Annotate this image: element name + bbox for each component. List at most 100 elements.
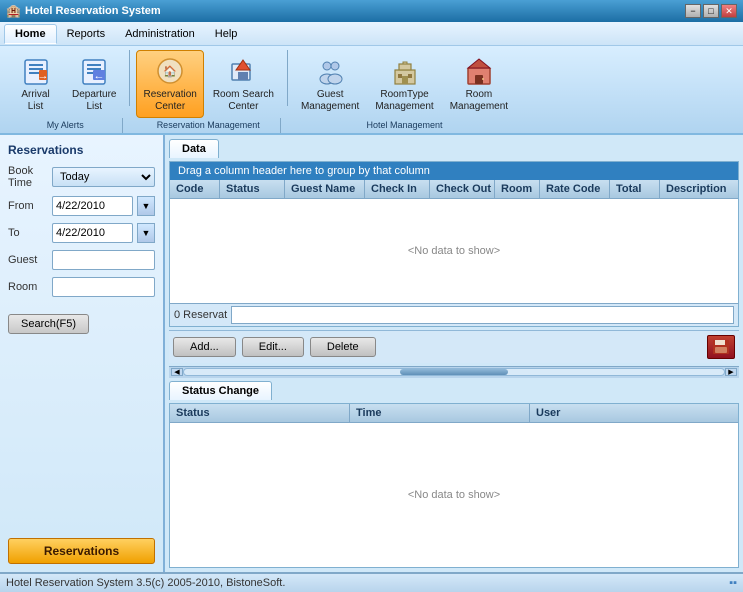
titlebar-controls: − □ ✕ [685,4,737,18]
data-panel: Drag a column header here to group by th… [169,161,739,327]
room-management-button[interactable]: RoomManagement [443,50,515,118]
from-date-picker[interactable]: ▼ [137,196,155,216]
status-tab-strip: Status Change [169,381,739,400]
statusbar-text: Hotel Reservation System 3.5(c) 2005-201… [6,577,285,589]
reservation-buttons: 🏠 ReservationCenter Room SearchCenter [136,50,281,118]
reservation-group: 🏠 ReservationCenter Room SearchCenter [136,50,281,133]
col-code: Code [170,180,220,198]
room-label: Room [8,281,48,293]
app-title: Hotel Reservation System [25,5,161,17]
booktime-row: Book Time Today This Week This Month [8,165,155,189]
sidebar-title: Reservations [8,143,155,157]
alerts-buttons: → ArrivalList ← [8,50,123,118]
data-footer: 0 Reservat [170,303,738,326]
horizontal-scrollbar[interactable]: ◀ ▶ [169,366,739,378]
departure-icon: ← [78,55,110,87]
room-management-icon [463,55,495,87]
room-input[interactable] [52,277,155,297]
departure-list-button[interactable]: ← DepartureList [65,50,123,118]
status-table-header: Status Time User [170,404,738,423]
minimize-button[interactable]: − [685,4,701,18]
status-no-data: <No data to show> [170,423,738,568]
data-tab-strip: Data [169,139,739,158]
add-button[interactable]: Add... [173,337,236,357]
restore-button[interactable]: □ [703,4,719,18]
arrival-list-button[interactable]: → ArrivalList [8,50,63,118]
to-date-input[interactable] [52,223,133,243]
sidebar: Reservations Book Time Today This Week T… [0,135,165,572]
col-description: Description [660,180,738,198]
roomtype-management-button[interactable]: RoomTypeManagement [368,50,440,118]
main-content: Reservations Book Time Today This Week T… [0,135,743,572]
booktime-select[interactable]: Today This Week This Month [52,167,155,187]
col-total: Total [610,180,660,198]
statusbar-indicator: ▪▪ [729,577,737,589]
scrollbar-thumb[interactable] [400,369,508,375]
arrival-icon: → [20,55,52,87]
sidebar-footer: Reservations [8,538,155,564]
room-search-button[interactable]: Room SearchCenter [206,50,281,118]
col-room: Room [495,180,540,198]
toolbar-buttons: → ArrivalList ← [8,50,735,133]
toolbar: → ArrivalList ← [0,46,743,135]
search-btn-container: Search(F5) [8,308,155,334]
data-table-header: Code Status Guest Name Check In Check Ou… [170,180,738,199]
room-search-label: Room SearchCenter [213,89,274,113]
svg-text:🏠: 🏠 [163,65,177,78]
col-checkout: Check Out [430,180,495,198]
spacer [8,338,155,534]
reservation-center-button[interactable]: 🏠 ReservationCenter [136,50,203,118]
col-guestname: Guest Name [285,180,365,198]
content-area: Data Drag a column header here to group … [165,135,743,572]
menu-help[interactable]: Help [205,25,248,43]
separator-2 [287,50,288,106]
data-footer-input[interactable] [231,306,734,324]
departure-label: DepartureList [72,89,116,113]
menu-home[interactable]: Home [4,24,57,44]
status-col-user: User [530,404,738,422]
col-checkin: Check In [365,180,430,198]
titlebar-left: 🏨 Hotel Reservation System [6,4,161,18]
status-col-time: Time [350,404,530,422]
alerts-group: → ArrivalList ← [8,50,123,133]
to-date-picker[interactable]: ▼ [137,223,155,243]
booktime-label: Book Time [8,165,48,189]
guest-management-button[interactable]: GuestManagement [294,50,366,118]
guest-row: Guest [8,250,155,270]
col-ratecode: Rate Code [540,180,610,198]
alerts-group-label: My Alerts [8,118,123,133]
arrival-label: ArrivalList [21,89,49,113]
scrollbar-track[interactable] [183,368,725,376]
app-icon: 🏨 [6,4,21,18]
room-row: Room [8,277,155,297]
status-panel: Status Time User <No data to show> [169,403,739,569]
search-button[interactable]: Search(F5) [8,314,89,334]
titlebar: 🏨 Hotel Reservation System − □ ✕ [0,0,743,22]
guest-icon [314,55,346,87]
guest-input[interactable] [52,250,155,270]
data-no-data: <No data to show> [170,199,738,303]
from-label: From [8,200,48,212]
to-label: To [8,227,48,239]
roomtype-icon [389,55,421,87]
menu-reports[interactable]: Reports [57,25,116,43]
status-tab[interactable]: Status Change [169,381,272,400]
separator-1 [129,50,130,106]
delete-button[interactable]: Delete [310,337,376,357]
room-search-icon [227,55,259,87]
from-date-input[interactable] [52,196,133,216]
scroll-right[interactable]: ▶ [725,368,737,376]
close-button[interactable]: ✕ [721,4,737,18]
menubar: Home Reports Administration Help [0,22,743,46]
hotel-group: GuestManagement RoomTypeManagement [294,50,515,133]
save-button[interactable] [707,335,735,359]
to-row: To ▼ [8,223,155,243]
svg-text:→: → [37,70,48,82]
scroll-left[interactable]: ◀ [171,368,183,376]
from-row: From ▼ [8,196,155,216]
guest-management-label: GuestManagement [301,89,359,113]
edit-button[interactable]: Edit... [242,337,304,357]
data-tab[interactable]: Data [169,139,219,158]
menu-administration[interactable]: Administration [115,25,205,43]
col-status: Status [220,180,285,198]
